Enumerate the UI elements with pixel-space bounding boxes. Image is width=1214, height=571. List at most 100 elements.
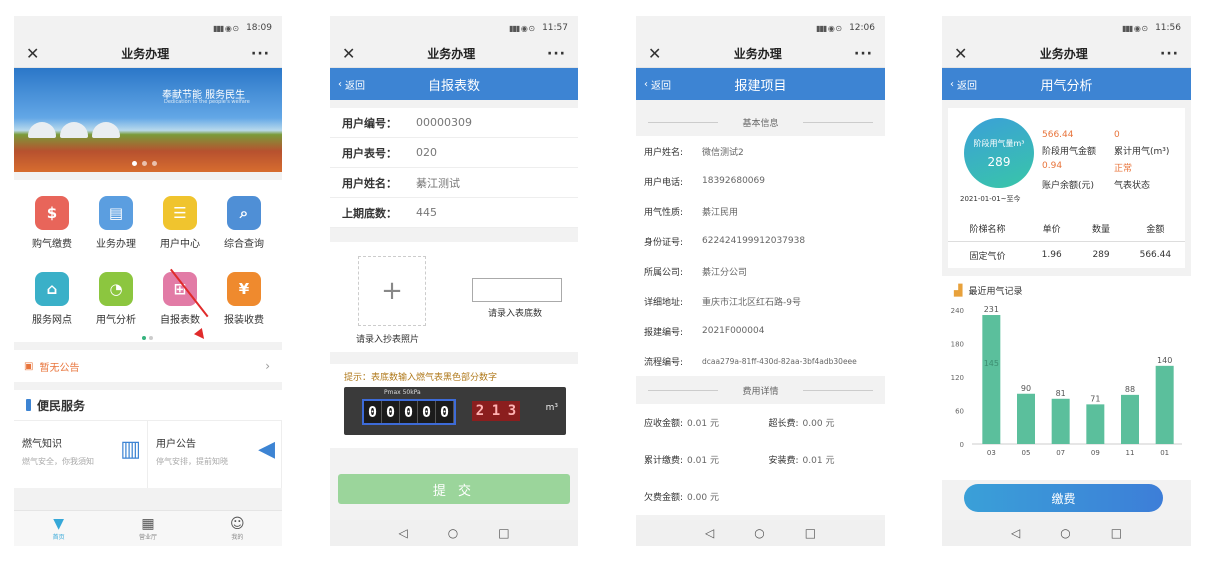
home-nav-icon[interactable]: ○	[448, 526, 458, 540]
stat-item: 账户余额(元)	[1042, 181, 1095, 191]
gas-tank-icon	[92, 122, 120, 138]
info-row: 身份证号: 622424199912037938	[644, 236, 806, 248]
home-screen: ▮▮▮ ◉ ⊙ 18:09 ✕ 业务办理 ··· 奉献节能 服务民生 Dedic…	[14, 16, 282, 546]
info-row: 用气性质: 綦江民用	[644, 207, 739, 218]
y-tick-label: 120	[951, 374, 964, 382]
photo-label: 请录入抄表照片	[356, 335, 420, 345]
x-tick-label: 11	[1126, 449, 1135, 457]
meter-red-digits: 2 1 3	[472, 401, 520, 421]
back-nav-icon[interactable]: ◁	[398, 526, 407, 540]
back-nav-icon[interactable]: ◁	[705, 526, 714, 540]
gas-analysis-screen: ▮▮▮ ◉ ⊙ 11:56 ✕ 业务办理 ··· ‹ 返回 用气分析 阶段用气量m…	[942, 16, 1191, 546]
tab-hall[interactable]: ▦ 营业厅	[103, 511, 192, 546]
carousel-dots[interactable]	[132, 161, 157, 166]
stat-item: 累计用气(m³)	[1114, 147, 1170, 157]
signal-icon: ▮▮▮ ◉ ⊙	[1122, 23, 1148, 33]
stat-item: 0.94	[1042, 161, 1063, 171]
bar-value-label: 71	[1090, 394, 1100, 403]
fee-icon: ¥	[227, 272, 261, 306]
section-title: 便民服务	[37, 398, 86, 413]
recent-nav-icon[interactable]: □	[1111, 526, 1122, 540]
tab-home[interactable]: ▼ 首页	[14, 511, 103, 546]
meter-example-image: Pmax 50kPa 0 0 0 0 0 2 1 3 m³	[344, 387, 566, 435]
header-title: 用气分析	[1040, 78, 1093, 94]
more-icon[interactable]: ···	[251, 47, 270, 61]
menu-item-user-center[interactable]: ☰ 用户中心	[148, 196, 212, 260]
money-bag-icon: $	[35, 196, 69, 230]
bar	[982, 315, 1001, 444]
status-bar: ▮▮▮ ◉ ⊙ 18:09	[14, 16, 282, 40]
stat-item: 阶段用气金额	[1042, 147, 1097, 157]
row-last-reading: 上期底数： 445	[330, 198, 578, 228]
home-nav-icon[interactable]: ○	[754, 526, 764, 540]
banner-slogan-en: Dedication to the people's welfare	[164, 99, 250, 105]
back-button[interactable]: ‹ 返回	[644, 77, 671, 92]
gas-knowledge-icon: ▥	[120, 437, 141, 462]
chevron-left-icon: ‹	[950, 78, 954, 90]
user-info-list: 用户编号： 00000309 用户表号： 020 用户姓名： 綦江测试 上期底数： 44…	[330, 108, 578, 228]
back-button[interactable]: ‹ 返回	[338, 77, 365, 92]
info-row: 流程编号: dcaa279a-81ff-430d-82aa-3bf4adb30ee…	[644, 356, 857, 368]
menu-item-business[interactable]: ▤ 业务办理	[84, 196, 148, 260]
recent-nav-icon[interactable]: □	[498, 526, 509, 540]
header-title: 报建项目	[734, 78, 787, 94]
grid-icon: ▦	[141, 515, 155, 532]
y-tick-label: 0	[960, 441, 964, 449]
menu-item-query[interactable]: ⌕ 综合查询	[212, 196, 276, 260]
input-label: 请录入表底数	[488, 309, 543, 319]
fee-item: 安装费: 0.01 元	[768, 456, 835, 466]
card-gas-knowledge[interactable]: 燃气知识 燃气安全，你我須知 ▥	[14, 421, 148, 488]
home-icon: ▼	[53, 515, 65, 532]
upload-area: + 请录入抄表照片 请录入表底数	[330, 242, 578, 352]
recent-nav-icon[interactable]: □	[805, 526, 816, 540]
menu-item-service-points[interactable]: ⌂ 服务网点	[20, 272, 84, 336]
y-tick-label: 60	[955, 408, 964, 416]
page-title: 业务办理	[427, 47, 476, 61]
chevron-left-icon: ‹	[338, 78, 342, 90]
more-icon[interactable]: ···	[1160, 47, 1179, 61]
header-bar: ‹ 返回 用气分析	[942, 68, 1191, 100]
period-label: 2021-01-01~至今	[960, 195, 1021, 203]
stat-item: 正常	[1114, 164, 1133, 174]
user-card-icon: ☰	[163, 196, 197, 230]
tab-mine[interactable]: ☺ 我的	[193, 511, 282, 546]
more-icon[interactable]: ···	[547, 47, 566, 61]
search-doc-icon: ⌕	[227, 196, 261, 230]
close-icon[interactable]: ✕	[648, 45, 661, 62]
document-icon: ▤	[99, 196, 133, 230]
back-nav-icon[interactable]: ◁	[1011, 526, 1020, 540]
price-table: 阶梯名称 单价 数量 金额 固定气价 1.96 289 566.44	[948, 216, 1185, 268]
close-icon[interactable]: ✕	[954, 45, 967, 62]
pay-button[interactable]: 缴费	[964, 484, 1163, 512]
title-bar: ✕ 业务办理 ···	[942, 40, 1191, 68]
stat-item: 566.44	[1042, 130, 1074, 140]
fee-item: 累计缴费: 0.01 元	[644, 456, 719, 466]
card-user-notice[interactable]: 用户公告 停气安排，提前知晓 ◀	[148, 421, 282, 488]
banner-carousel[interactable]: 奉献节能 服务民生 Dedication to the people's wel…	[14, 68, 282, 172]
fee-header: 费用详情	[636, 376, 885, 404]
bar	[1051, 398, 1070, 444]
status-time: 11:57	[542, 23, 568, 33]
submit-button[interactable]: 提 交	[338, 474, 570, 504]
menu-item-purchase[interactable]: $ 购气缴费	[20, 196, 84, 260]
meter-reading-input[interactable]	[472, 278, 562, 302]
info-row: 用户姓名: 微信测试2	[644, 147, 744, 158]
fee-item: 欠费金额: 0.00 元	[644, 493, 719, 503]
back-button[interactable]: ‹ 返回	[950, 77, 977, 92]
notice-bar[interactable]: ▣ 暂无公告 ›	[14, 350, 282, 382]
menu-item-install-fee[interactable]: ¥ 报装收费	[212, 272, 276, 336]
bar-value-label: 88	[1125, 385, 1135, 394]
row-user-id: 用户编号： 00000309	[330, 108, 578, 138]
close-icon[interactable]: ✕	[342, 45, 355, 62]
add-photo-button[interactable]: +	[358, 256, 426, 326]
fee-item: 应收金额: 0.01 元	[644, 419, 719, 429]
bar-annotation: 145	[984, 359, 999, 368]
menu-item-gas-analysis[interactable]: ◔ 用气分析	[84, 272, 148, 336]
system-nav-bar: ◁ ○ □	[330, 520, 578, 546]
title-bar: ✕ 业务办理 ···	[330, 40, 578, 68]
tip-text: 提示：表底数输入燃气表黑色部分数字	[344, 373, 498, 383]
chevron-left-icon: ‹	[644, 78, 648, 90]
close-icon[interactable]: ✕	[26, 45, 39, 62]
home-nav-icon[interactable]: ○	[1060, 526, 1070, 540]
more-icon[interactable]: ···	[854, 47, 873, 61]
